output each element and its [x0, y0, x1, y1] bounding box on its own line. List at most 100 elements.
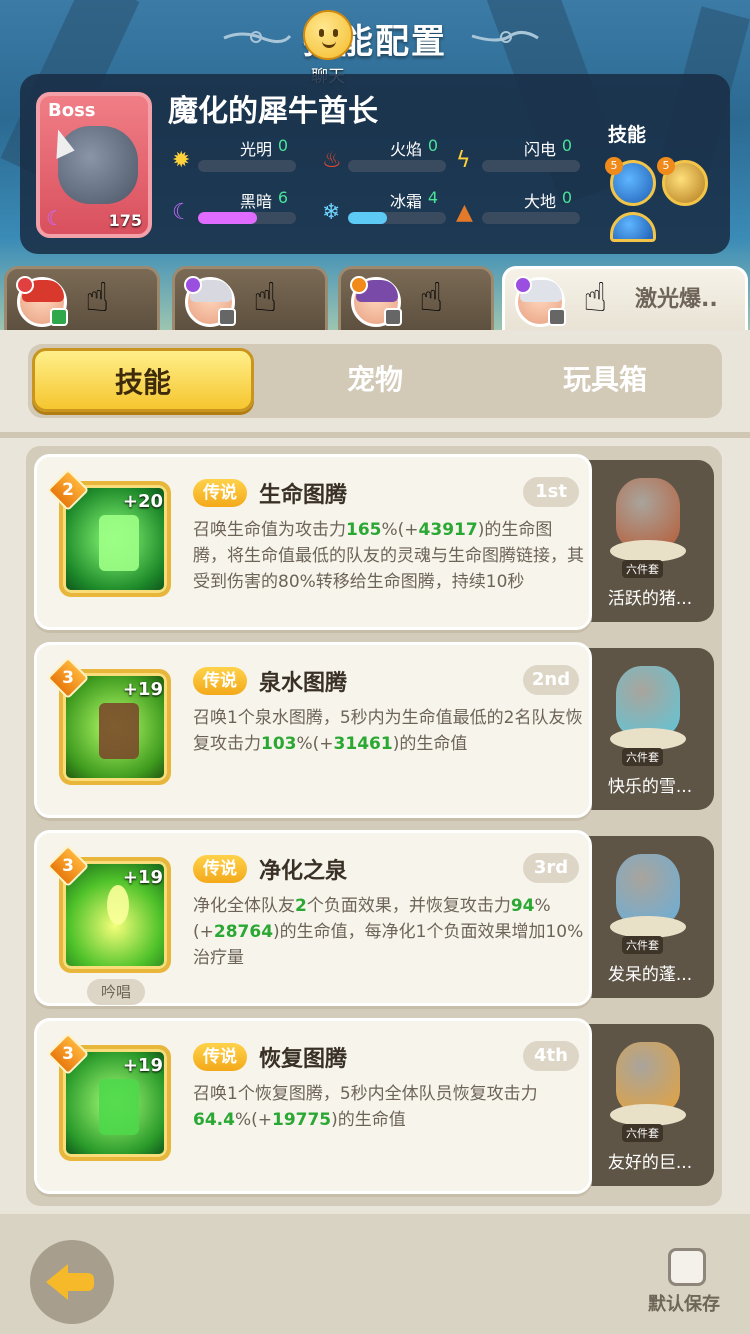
description-text: )的生命值: [392, 734, 468, 754]
highlight-value: 19775: [271, 1110, 332, 1130]
hero-tab-4[interactable]: ☝ 激光爆.. 。: [502, 266, 748, 341]
skill-bonus: +20: [122, 491, 163, 512]
description-text: )的生命值: [331, 1110, 406, 1130]
element-light: ✹ 光明 0: [172, 136, 302, 176]
boss-skill-1-icon[interactable]: 5: [605, 157, 656, 206]
hero-tab-3[interactable]: ☝: [338, 266, 494, 332]
pet-figure-icon: [616, 666, 680, 736]
highlight-value: 2: [295, 896, 307, 916]
boss-tag: Boss: [48, 100, 96, 121]
back-arrow-icon: [46, 1264, 68, 1300]
element-earth: ▲ 大地 0: [456, 188, 586, 228]
sun-icon: ✹: [172, 148, 191, 173]
highlight-value: 165: [346, 520, 382, 540]
boss-info-card: Boss ☾ 175 魔化的犀牛酋长 ✹ 光明 0 ♨ 火焰 0 ϟ 闪电 0 …: [20, 74, 730, 254]
highlight-value: 43917: [418, 520, 478, 540]
boss-portrait[interactable]: Boss ☾ 175: [36, 92, 152, 238]
highlight-value: 94: [510, 896, 535, 916]
chant-badge: 吟唱: [87, 979, 145, 1005]
element-name: 闪电: [523, 140, 556, 159]
pet-set-badge: 六件套: [622, 936, 663, 954]
element-bar: [348, 160, 446, 172]
pet-slot[interactable]: 六件套 活跃的猪...: [586, 460, 714, 622]
element-value: 0: [427, 136, 438, 155]
rarity-badge: 传说: [193, 667, 247, 695]
highlight-value: 64.4: [193, 1110, 235, 1130]
skill-bonus: +19: [122, 1055, 163, 1076]
element-value: 0: [277, 136, 288, 155]
highlight-value: 28764: [213, 922, 274, 942]
skill-level-badge: 2: [46, 468, 90, 512]
element-bar: [482, 212, 580, 224]
skill-description: 净化全体队友2个负面效果，并恢复攻击力94%(+28764)的生命值，每净化1个…: [193, 893, 585, 971]
divider: [0, 432, 750, 438]
pet-set-badge: 六件套: [622, 1124, 663, 1142]
pointing-hand-icon: ☝: [85, 275, 110, 321]
boss-skill-3-icon[interactable]: [610, 212, 656, 242]
skill-card[interactable]: 3 +19 传说 泉水图腾 2nd 召唤1个泉水图腾，5秒内为生命值最低的2名队…: [34, 642, 592, 818]
description-text: %(+: [296, 734, 334, 754]
boss-level: 175: [108, 211, 142, 230]
skill-row[interactable]: 六件套 友好的巨... 3 +19 传说 恢复图腾 4th 召唤1个恢复图腾，5…: [34, 1018, 714, 1196]
purify-spring-icon: 3 +19: [46, 844, 171, 973]
boss-skill-2-icon[interactable]: 5: [657, 157, 708, 206]
description-text: 净化全体队友: [193, 896, 295, 916]
pet-slot[interactable]: 六件套 发呆的蓬...: [586, 836, 714, 998]
pet-slot[interactable]: 六件套 快乐的雪...: [586, 648, 714, 810]
spring-totem-icon: 3 +19: [46, 656, 171, 785]
hero-avatar: [514, 276, 566, 327]
back-button[interactable]: [30, 1240, 114, 1324]
skill-card[interactable]: 3 +19 传说 恢复图腾 4th 召唤1个恢复图腾，5秒内全体队员恢复攻击力 6…: [34, 1018, 592, 1194]
element-name: 光明: [239, 140, 272, 159]
description-text: 个负面效果，并恢复攻击力: [306, 896, 511, 916]
hero-avatar: [184, 276, 236, 327]
hero-tab-2[interactable]: ☝: [172, 266, 328, 332]
skill-card[interactable]: 2 +20 传说 生命图腾 1st 召唤生命值为攻击力165%(+43917)的…: [34, 454, 592, 630]
default-save-checkbox[interactable]: [668, 1248, 706, 1286]
skill-description: 召唤1个泉水图腾，5秒内为生命值最低的2名队友恢复攻击力103%(+31461)…: [193, 705, 585, 757]
chat-button[interactable]: 聊天: [293, 10, 363, 87]
dark-element-icon: ☾: [46, 206, 64, 230]
rarity-badge: 传说: [193, 479, 247, 507]
skill-list: 六件套 活跃的猪... 2 +20 传说 生命图腾 1st 召唤生命值为攻击力1…: [26, 446, 722, 1206]
element-name: 火焰: [389, 140, 422, 159]
rhino-icon: [58, 126, 138, 204]
element-name: 大地: [523, 192, 556, 211]
skill-row[interactable]: 六件套 活跃的猪... 2 +20 传说 生命图腾 1st 召唤生命值为攻击力1…: [34, 454, 714, 632]
skill-panel: 技能 宠物 玩具箱 六件套 活跃的猪... 2 +20 传说 生命图腾 1st: [0, 330, 750, 1210]
snowflake-icon: ❄: [322, 200, 341, 225]
highlight-value: 31461: [333, 734, 393, 754]
element-name: 冰霜: [389, 192, 422, 211]
skill-bonus: +19: [122, 679, 163, 700]
element-bar: [198, 160, 296, 172]
skill-card[interactable]: 3 +19 吟唱 传说 净化之泉 3rd 净化全体队友2个负面效果，并恢复攻击力…: [34, 830, 592, 1006]
element-bar: [198, 212, 296, 224]
recovery-totem-icon: 3 +19: [46, 1032, 171, 1161]
pet-pedestal: [610, 916, 686, 938]
pet-slot[interactable]: 六件套 友好的巨...: [586, 1024, 714, 1186]
pointing-hand-icon: ☝: [583, 275, 608, 321]
hero-tab-1[interactable]: ☝: [4, 266, 160, 332]
skill-level-badge: 3: [46, 656, 90, 700]
pet-pedestal: [610, 1104, 686, 1126]
element-lightning: ϟ 闪电 0: [456, 136, 586, 176]
element-value: 4: [427, 188, 438, 207]
description-text: %(+: [234, 1110, 272, 1130]
element-value: 0: [561, 188, 572, 207]
skill-level-badge: 3: [46, 1032, 90, 1076]
hero-avatar: [350, 276, 402, 327]
title-ornament-right: [471, 31, 539, 43]
pet-figure-icon: [616, 1042, 680, 1112]
skill-row[interactable]: 六件套 快乐的雪... 3 +19 传说 泉水图腾 2nd 召唤1个泉水图腾，5…: [34, 642, 714, 820]
tab-skills[interactable]: 技能: [32, 348, 254, 412]
tab-toybox[interactable]: 玩具箱: [494, 348, 716, 412]
tab-pets[interactable]: 宠物: [264, 348, 486, 412]
hero-avatar: [16, 276, 68, 327]
skill-name: 净化之泉: [259, 859, 348, 884]
bottom-bar: 默认保存: [0, 1214, 750, 1334]
pointing-hand-icon: ☝: [253, 275, 278, 321]
earth-icon: ▲: [456, 200, 473, 225]
pet-name: 活跃的猪...: [607, 589, 693, 609]
skill-row[interactable]: 六件套 发呆的蓬... 3 +19 吟唱 传说 净化之泉 3rd 净化全体队友2…: [34, 830, 714, 1008]
skill-name: 恢复图腾: [259, 1047, 348, 1072]
